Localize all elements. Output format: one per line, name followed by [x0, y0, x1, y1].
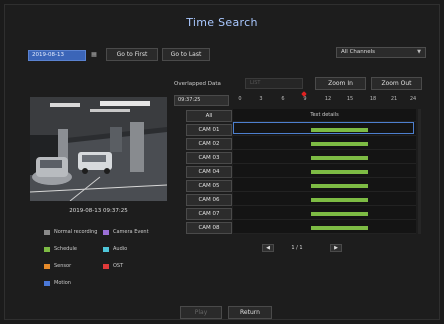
legend-label: OST	[113, 263, 124, 269]
legend-swatch	[44, 246, 50, 252]
legend-label: Sensor	[54, 263, 72, 269]
return-button[interactable]: Return	[228, 306, 272, 319]
legend-normal-recording: Normal recording	[44, 229, 97, 235]
chevron-down-icon: ▼	[417, 49, 421, 55]
channel-cam01-button[interactable]: CAM 01	[186, 124, 232, 136]
recording-segment	[311, 212, 368, 216]
timeline-row	[233, 207, 416, 220]
date-field[interactable]: 2019-08-13	[28, 50, 86, 61]
calendar-icon[interactable]: ▦	[90, 51, 98, 59]
selected-row-highlight	[233, 122, 414, 134]
recording-segment	[311, 142, 368, 146]
timeline-row: Text details	[233, 109, 416, 122]
legend-swatch	[103, 246, 109, 252]
timeline-tick: 24	[409, 96, 417, 102]
channel-cam08-button[interactable]: CAM 08	[186, 222, 232, 234]
prev-page-button[interactable]: ◀	[262, 244, 274, 252]
recording-segment	[311, 226, 368, 230]
timeline-tick: 21	[390, 96, 398, 102]
next-page-button[interactable]: ▶	[330, 244, 342, 252]
go-to-last-button[interactable]: Go to Last	[162, 48, 210, 61]
timeline-row	[233, 193, 416, 206]
legend-swatch	[103, 229, 109, 235]
time-field[interactable]: 09:37:25	[174, 95, 229, 106]
overlapped-data-select[interactable]: LIST	[245, 78, 303, 89]
legend-schedule: Schedule	[44, 246, 77, 252]
timeline-row	[233, 221, 416, 234]
zoom-out-button[interactable]: Zoom Out	[371, 77, 422, 90]
channel-cam05-button[interactable]: CAM 05	[186, 180, 232, 192]
legend-swatch	[44, 229, 50, 235]
parking-garage-image	[30, 97, 167, 201]
overlapped-data-label: Overlapped Data	[174, 81, 221, 87]
legend-motion: Motion	[44, 280, 71, 286]
channel-cam06-button[interactable]: CAM 06	[186, 194, 232, 206]
legend-label: Motion	[54, 280, 71, 286]
timeline-row	[233, 165, 416, 178]
channel-cam02-button[interactable]: CAM 02	[186, 138, 232, 150]
go-to-first-button[interactable]: Go to First	[106, 48, 158, 61]
timeline-tick: 6	[281, 96, 285, 102]
recording-segment	[311, 156, 368, 160]
timeline-tick: 9	[303, 96, 307, 102]
zoom-in-button[interactable]: Zoom In	[315, 77, 366, 90]
page-indicator: 1 / 1	[291, 245, 303, 251]
legend-camera-event: Camera Event	[103, 229, 149, 235]
play-button[interactable]: Play	[180, 306, 222, 319]
legend-swatch	[44, 263, 50, 269]
timeline-tick: 18	[369, 96, 377, 102]
legend-label: Audio	[113, 246, 128, 252]
channel-cam04-button[interactable]: CAM 04	[186, 166, 232, 178]
recording-segment	[311, 198, 368, 202]
channel-cam07-button[interactable]: CAM 07	[186, 208, 232, 220]
timeline-tick: 0	[238, 96, 242, 102]
legend-label: Schedule	[54, 246, 77, 252]
legend-audio: Audio	[103, 246, 127, 252]
page-title: Time Search	[186, 16, 258, 29]
timeline-tick: 12	[324, 96, 332, 102]
legend-label: Normal recording	[54, 229, 98, 235]
timeline-scrollbar[interactable]	[418, 109, 421, 234]
text-details-label: Text details	[310, 112, 339, 118]
playback-timestamp: 2019-08-13 09:37:25	[69, 208, 128, 214]
channel-select-value: All Channels	[341, 49, 376, 55]
channel-select[interactable]: All Channels ▼	[336, 47, 426, 58]
legend-swatch	[103, 263, 109, 269]
channel-cam03-button[interactable]: CAM 03	[186, 152, 232, 164]
legend-swatch	[44, 280, 50, 286]
recording-segment	[311, 184, 368, 188]
channel-all-button[interactable]: All	[186, 110, 232, 122]
legend-ost: OST	[103, 263, 123, 269]
video-preview	[30, 97, 167, 201]
timeline-row	[233, 179, 416, 192]
timeline-tick: 3	[259, 96, 263, 102]
timeline-row	[233, 137, 416, 150]
recording-segment	[311, 170, 368, 174]
timeline-tick: 15	[346, 96, 354, 102]
legend-label: Camera Event	[113, 229, 149, 235]
timeline-row	[233, 151, 416, 164]
legend-sensor: Sensor	[44, 263, 71, 269]
